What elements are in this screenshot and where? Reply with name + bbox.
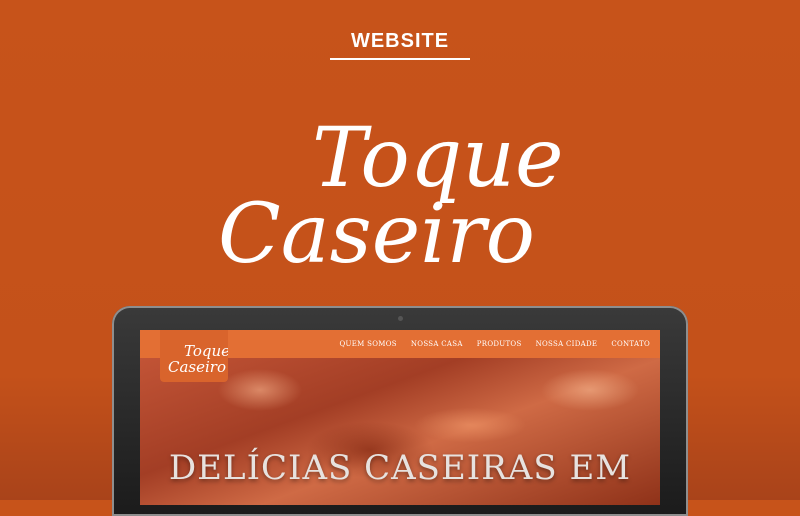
nav-quem-somos[interactable]: QUEM SOMOS <box>339 340 396 348</box>
nav-produtos[interactable]: PRODUTOS <box>477 340 522 348</box>
site-logo-line-2: Caseiro <box>168 358 226 376</box>
hero-title: DELÍCIAS CASEIRAS EM <box>168 448 632 488</box>
nav-contato[interactable]: CONTATO <box>611 340 650 348</box>
site-logo[interactable]: Toque Caseiro <box>160 330 230 382</box>
laptop-screen: QUEM SOMOS NOSSA CASA PRODUTOS NOSSA CID… <box>140 330 660 505</box>
site-nav-links: QUEM SOMOS NOSSA CASA PRODUTOS NOSSA CID… <box>339 330 650 358</box>
site-logo-mark: Toque Caseiro <box>168 342 230 376</box>
nav-nossa-cidade[interactable]: NOSSA CIDADE <box>536 340 598 348</box>
nav-nossa-casa[interactable]: NOSSA CASA <box>411 340 463 348</box>
logo-line-2: Caseiro <box>218 187 535 282</box>
toque-caseiro-logo: Toque Caseiro <box>218 111 564 282</box>
webcam-icon <box>398 316 403 321</box>
